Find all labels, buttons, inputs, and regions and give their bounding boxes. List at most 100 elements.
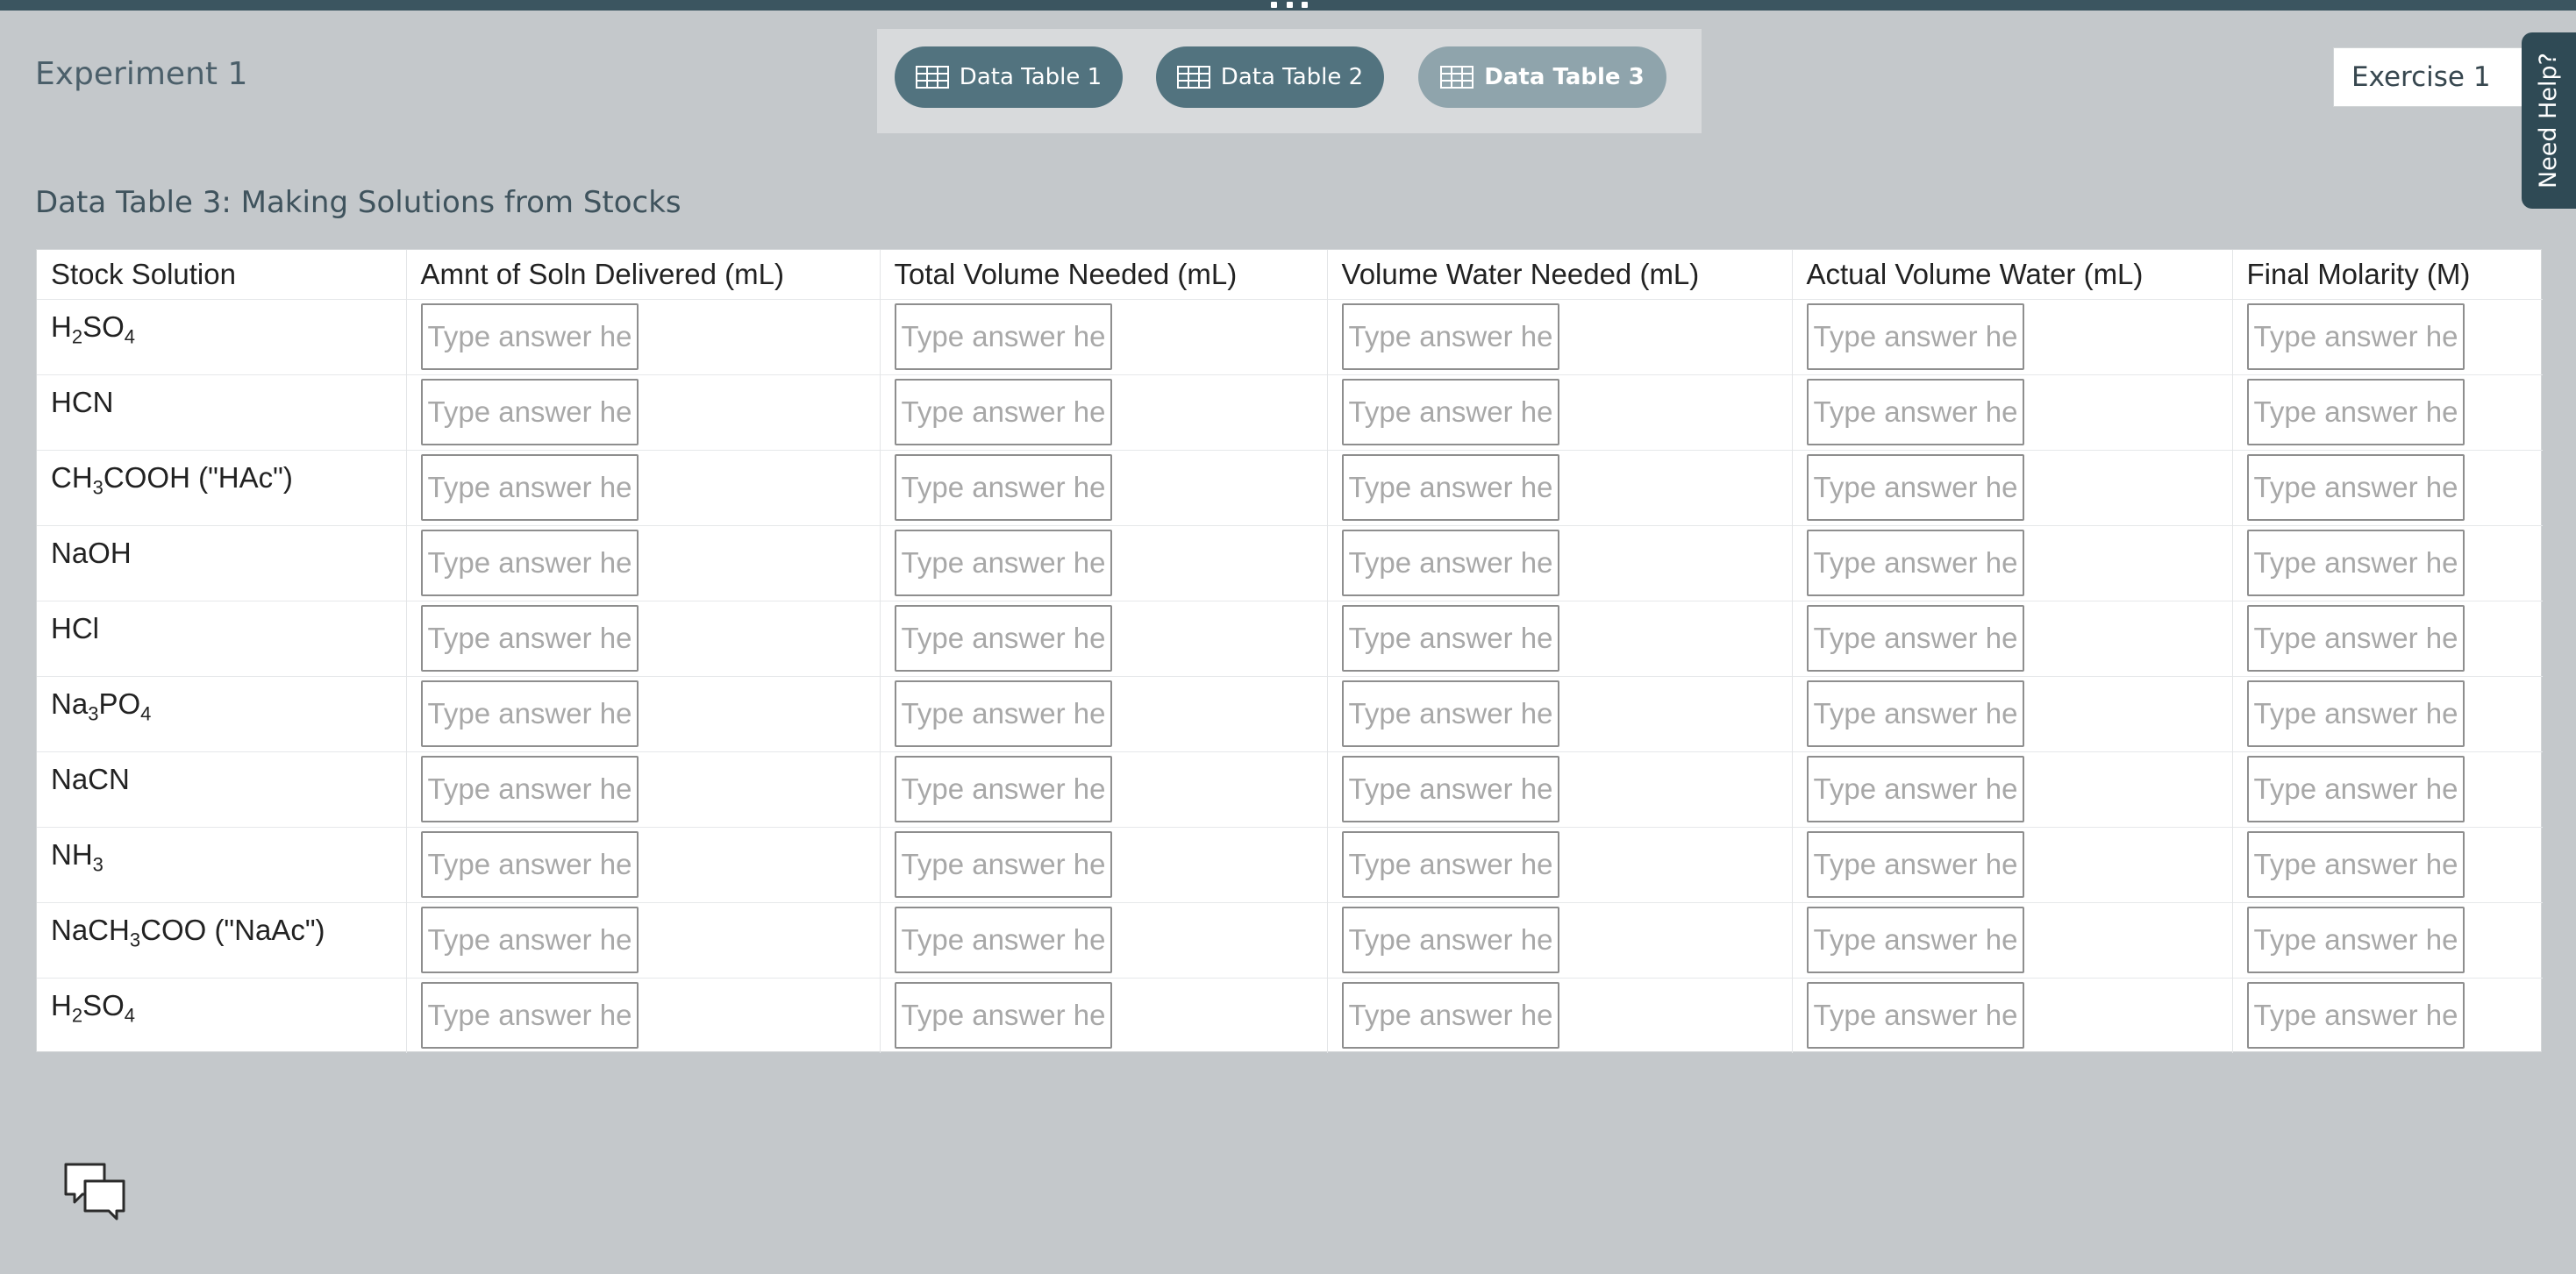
answer-input[interactable] [1341, 680, 1559, 747]
chat-bubbles-icon[interactable] [63, 1162, 126, 1223]
answer-input[interactable] [1806, 907, 2024, 973]
answer-input[interactable] [894, 982, 1112, 1050]
answer-input[interactable] [894, 831, 1112, 898]
formula-text: HCN [51, 385, 114, 418]
formula-text: NH [51, 837, 93, 871]
answer-cell [2232, 977, 2543, 1053]
answer-cell [1327, 374, 1793, 450]
answer-input[interactable] [420, 831, 639, 898]
answer-cell [2232, 449, 2543, 525]
table-icon [915, 66, 949, 89]
formula-subscript: 4 [124, 1004, 136, 1027]
answer-input[interactable] [420, 454, 639, 521]
answer-cell [406, 675, 881, 751]
answer-input[interactable] [2246, 454, 2465, 521]
answer-cell [1792, 298, 2233, 374]
data-table: Stock Solution Amnt of Soln Delivered (m… [36, 249, 2543, 1053]
answer-cell [406, 524, 881, 601]
answer-input[interactable] [894, 756, 1112, 822]
answer-cell [2232, 901, 2543, 978]
answer-input[interactable] [1341, 982, 1559, 1050]
answer-cell [1792, 600, 2233, 676]
answer-input[interactable] [1806, 831, 2024, 898]
answer-input[interactable] [2246, 907, 2465, 973]
answer-input[interactable] [420, 303, 639, 370]
answer-cell [406, 600, 881, 676]
answer-cell [880, 449, 1328, 525]
stock-solution-label: NaOH [37, 524, 407, 601]
stock-solution-label: NaCH3COO ("NaAc") [37, 901, 407, 978]
tab-data-table-2[interactable]: Data Table 2 [1156, 46, 1384, 108]
answer-input[interactable] [894, 680, 1112, 747]
column-header: Volume Water Needed (mL) [1327, 250, 1793, 299]
answer-input[interactable] [894, 530, 1112, 596]
formula-subscript: 3 [92, 853, 103, 876]
answer-input[interactable] [1341, 605, 1559, 672]
stock-solution-label: HCl [37, 600, 407, 676]
formula-text: NaCN [51, 762, 130, 795]
answer-input[interactable] [420, 379, 639, 445]
stock-solution-label: HCN [37, 374, 407, 450]
answer-input[interactable] [1806, 756, 2024, 822]
formula-subscript: 2 [71, 325, 83, 348]
table-row: H2SO4 [37, 977, 2543, 1053]
answer-input[interactable] [1806, 605, 2024, 672]
need-help-button[interactable]: Need Help? [2522, 32, 2576, 209]
formula-subscript: 3 [129, 929, 141, 951]
table-row: NaCH3COO ("NaAc") [37, 901, 2543, 978]
stock-solution-label: NH3 [37, 826, 407, 902]
table-row: CH3COOH ("HAc") [37, 449, 2543, 525]
answer-input[interactable] [2246, 756, 2465, 822]
exercise-select[interactable]: Exercise 1 [2333, 47, 2544, 107]
answer-input[interactable] [1806, 454, 2024, 521]
answer-input[interactable] [1806, 680, 2024, 747]
formula-text: CH [51, 460, 93, 494]
tab-label: Data Table 2 [1220, 64, 1364, 90]
table-row: H2SO4 [37, 298, 2543, 374]
answer-input[interactable] [1806, 982, 2024, 1050]
tab-data-table-1[interactable]: Data Table 1 [895, 46, 1123, 108]
answer-input[interactable] [1341, 756, 1559, 822]
answer-input[interactable] [1806, 530, 2024, 596]
answer-input[interactable] [1341, 907, 1559, 973]
answer-input[interactable] [1341, 530, 1559, 596]
answer-input[interactable] [894, 454, 1112, 521]
answer-input[interactable] [2246, 605, 2465, 672]
answer-input[interactable] [2246, 831, 2465, 898]
answer-input[interactable] [894, 379, 1112, 445]
answer-input[interactable] [2246, 680, 2465, 747]
answer-input[interactable] [2246, 379, 2465, 445]
answer-cell [1327, 524, 1793, 601]
answer-input[interactable] [894, 907, 1112, 973]
answer-input[interactable] [2246, 982, 2465, 1050]
answer-input[interactable] [1341, 303, 1559, 370]
answer-input[interactable] [420, 680, 639, 747]
formula-text: NaCH [51, 913, 130, 946]
tab-label: Data Table 1 [959, 64, 1102, 90]
answer-input[interactable] [2246, 303, 2465, 370]
answer-cell [880, 298, 1328, 374]
stock-solution-label: H2SO4 [37, 298, 407, 374]
answer-input[interactable] [2246, 530, 2465, 596]
tab-data-table-3[interactable]: Data Table 3 [1418, 46, 1666, 108]
answer-cell [406, 374, 881, 450]
answer-input[interactable] [420, 756, 639, 822]
answer-input[interactable] [894, 605, 1112, 672]
answer-input[interactable] [1806, 303, 2024, 370]
answer-input[interactable] [1341, 831, 1559, 898]
answer-cell [1792, 449, 2233, 525]
answer-input[interactable] [420, 982, 639, 1050]
answer-input[interactable] [1806, 379, 2024, 445]
answer-cell [880, 751, 1328, 827]
answer-input[interactable] [1341, 379, 1559, 445]
answer-cell [880, 374, 1328, 450]
answer-input[interactable] [420, 907, 639, 973]
answer-input[interactable] [1341, 454, 1559, 521]
drag-handle-icon[interactable] [1271, 0, 1308, 9]
answer-input[interactable] [420, 530, 639, 596]
answer-input[interactable] [420, 605, 639, 672]
answer-cell [880, 901, 1328, 978]
stock-solution-label: Na3PO4 [37, 675, 407, 751]
answer-input[interactable] [894, 303, 1112, 370]
data-table-tabs: Data Table 1 Data Table 2 Data Table 3 [877, 29, 1702, 133]
